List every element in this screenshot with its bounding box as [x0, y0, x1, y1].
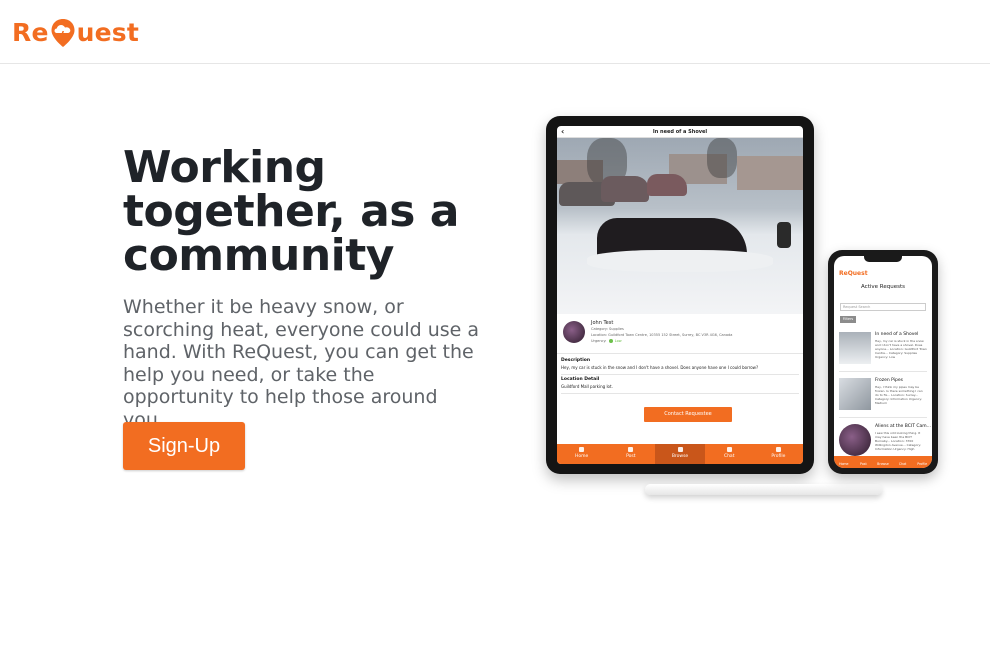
- tablet-screen: ‹ In need of a Shovel John Test Category…: [557, 126, 803, 464]
- photo-house: [737, 156, 803, 190]
- description-heading: Description: [561, 358, 591, 363]
- request-card-title: Aliens at the BCIT Cam...: [875, 424, 931, 429]
- request-logo[interactable]: Re uest: [12, 12, 139, 52]
- request-location: Location: Guildford Town Centre, 10355 1…: [591, 333, 733, 337]
- request-card-title: In need of a Shovel: [875, 332, 919, 337]
- requester-info: John Test Category: Supplies Location: G…: [557, 314, 803, 354]
- tablet-nav-chat-label: Chat: [723, 454, 735, 459]
- phone-bottom-nav: Home Post Browse Chat Profile: [834, 456, 932, 468]
- request-card[interactable]: In need of a Shovel Hey, my car is stuck…: [839, 328, 927, 372]
- tablet-nav-chat[interactable]: Chat: [705, 444, 754, 464]
- browse-icon: [677, 447, 683, 452]
- requester-avatar: [563, 321, 585, 343]
- hero-title: Working together, as a community: [123, 146, 503, 278]
- request-card-text: Hey, I think my pipes may be frozen. Is …: [875, 385, 923, 405]
- snow-car-photo: [557, 138, 803, 314]
- phone-nav-profile[interactable]: Profile: [912, 456, 932, 468]
- hero-title-line3: community: [123, 230, 394, 281]
- request-urgency: Urgency: Low: [591, 339, 622, 343]
- request-card-thumbnail: [839, 332, 871, 364]
- phone-mockup: ReQuest Active Requests Request Search F…: [828, 250, 938, 474]
- phone-nav-post[interactable]: Post: [854, 456, 874, 468]
- post-icon: [628, 447, 634, 452]
- request-card-thumbnail: [839, 424, 871, 456]
- request-card[interactable]: Frozen Pipes Hey, I think my pipes may b…: [839, 374, 927, 418]
- phone-nav-home[interactable]: Home: [834, 456, 854, 468]
- tablet-nav-browse-label: Browse: [671, 454, 689, 459]
- stylus-pencil: [645, 484, 882, 495]
- tablet-nav-home[interactable]: Home: [557, 444, 606, 464]
- phone-page-title: Active Requests: [861, 284, 905, 290]
- request-category: Category: Supplies: [591, 327, 624, 331]
- contact-requestee-button[interactable]: Contact Requestee: [644, 407, 732, 422]
- photo-snow-drift: [587, 250, 773, 272]
- hero-description: Whether it be heavy snow, or scorching h…: [123, 296, 480, 431]
- tablet-nav-home-label: Home: [574, 454, 589, 459]
- urgency-value: Low: [614, 339, 622, 343]
- photo-parked-car: [601, 176, 649, 202]
- phone-filters-button[interactable]: Filters: [840, 316, 856, 323]
- chat-icon: [726, 447, 732, 452]
- site-header: Re uest: [0, 0, 990, 64]
- photo-parked-car: [647, 174, 687, 196]
- tablet-nav-profile-label: Profile: [771, 454, 786, 459]
- request-card-text: Hey, my car is stuck in the snow and I d…: [875, 339, 927, 359]
- phone-nav-browse[interactable]: Browse: [873, 456, 893, 468]
- photo-person-shoveling: [777, 222, 791, 248]
- photo-tree: [707, 138, 737, 178]
- sign-up-button[interactable]: Sign-Up: [123, 422, 245, 470]
- description-section: Description Hey, my car is stuck in the …: [557, 354, 803, 394]
- location-heading: Location Detail: [561, 377, 600, 382]
- tablet-request-title: In need of a Shovel: [652, 129, 708, 135]
- request-card-text: I saw this odd looking thing. It may hav…: [875, 431, 922, 451]
- phone-notch: [864, 256, 902, 262]
- requester-name: John Test: [591, 320, 614, 326]
- tablet-nav-post-label: Post: [626, 454, 636, 459]
- description-text: Hey, my car is stuck in the snow and I d…: [561, 365, 799, 375]
- tablet-bottom-nav: Home Post Browse Chat Profile: [557, 444, 803, 464]
- location-text: Guildford Mall parking lot.: [561, 384, 799, 394]
- phone-screen: ReQuest Active Requests Request Search F…: [834, 256, 932, 468]
- tablet-nav-post[interactable]: Post: [606, 444, 655, 464]
- back-arrow-icon: ‹: [561, 127, 565, 136]
- phone-logo: ReQuest: [839, 270, 868, 277]
- request-card-thumbnail: [839, 378, 871, 410]
- phone-nav-chat[interactable]: Chat: [893, 456, 913, 468]
- urgency-label: Urgency:: [591, 339, 607, 343]
- tablet-nav-browse[interactable]: Browse: [655, 444, 705, 464]
- tablet-top-bar: ‹ In need of a Shovel: [557, 126, 803, 138]
- logo-pin-icon: [50, 18, 76, 48]
- profile-icon: [775, 447, 781, 452]
- urgency-dot-icon: [608, 339, 613, 343]
- request-card-title: Frozen Pipes: [875, 378, 904, 383]
- logo-text-end: uest: [76, 17, 139, 47]
- tablet-mockup: ‹ In need of a Shovel John Test Category…: [546, 116, 814, 474]
- logo-text-start: Re: [12, 17, 49, 47]
- tablet-nav-profile[interactable]: Profile: [754, 444, 803, 464]
- home-icon: [579, 447, 585, 452]
- phone-search-input[interactable]: Request Search: [840, 303, 926, 311]
